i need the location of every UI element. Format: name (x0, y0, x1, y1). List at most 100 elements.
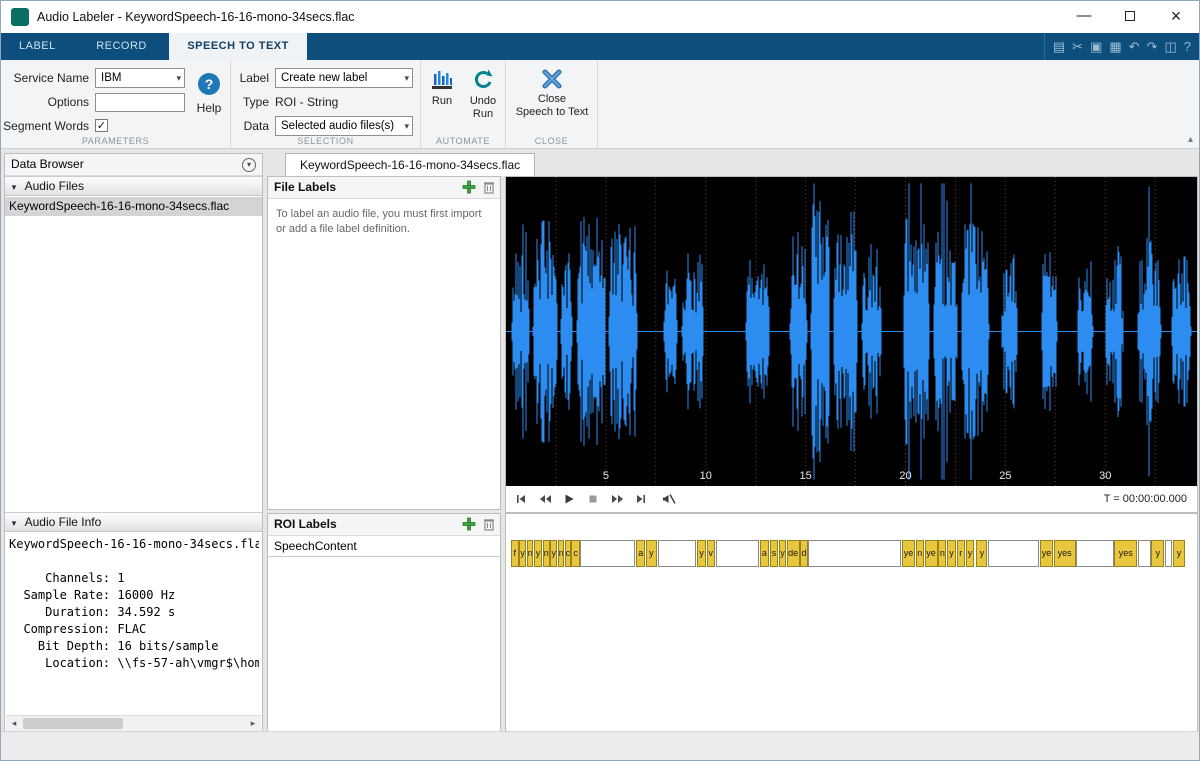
audio-files-section-header[interactable]: ▼ Audio Files (5, 176, 262, 196)
roi-word-segment[interactable]: n (916, 540, 924, 567)
data-dropdown[interactable]: Selected audio files(s) ▾ (275, 116, 413, 136)
data-browser-title: Data Browser (11, 157, 84, 171)
playback-controls: T = 00:00:00.000 (506, 486, 1197, 512)
roi-word-segment[interactable]: y (966, 540, 975, 567)
options-input[interactable] (95, 93, 185, 112)
roi-word-segment[interactable]: y (534, 540, 542, 567)
roi-word-segment[interactable] (988, 540, 1039, 567)
play-button[interactable] (560, 490, 578, 508)
svg-text:25: 25 (999, 470, 1011, 482)
roi-word-track[interactable]: fynynynccayyvasydedyenyenyryyyeyesyesyy (510, 540, 1193, 567)
roi-labels-title: ROI Labels (274, 517, 337, 531)
add-roi-label-icon[interactable] (462, 517, 476, 531)
undo-run-button[interactable]: UndoRun (463, 68, 503, 121)
mute-icon[interactable] (660, 490, 678, 508)
help-button-label[interactable]: Help (191, 98, 227, 118)
panel-menu-icon[interactable]: ▾ (242, 158, 256, 172)
delete-label-icon[interactable] (482, 180, 496, 194)
audio-file-info-section-header[interactable]: ▼ Audio File Info (5, 512, 262, 532)
roi-word-segment[interactable] (1138, 540, 1151, 567)
tab-speech-to-text[interactable]: SPEECH TO TEXT (169, 33, 307, 60)
minimize-button[interactable]: — (1061, 1, 1107, 33)
help-icon[interactable]: ? (1184, 33, 1191, 60)
skip-to-start-button[interactable] (512, 490, 530, 508)
stop-button[interactable] (584, 490, 602, 508)
roi-word-segment[interactable]: y (519, 540, 526, 567)
roi-word-segment[interactable] (580, 540, 635, 567)
roi-word-segment[interactable]: d (800, 540, 808, 567)
quick-access-toolbar: ▤ ✂ ▣ ▦ ↶ ↷◫? (1044, 33, 1191, 60)
tab-record[interactable]: RECORD (78, 33, 165, 60)
roi-word-segment[interactable]: c (565, 540, 571, 567)
audio-file-info-text: KeywordSpeech-16-16-mono-34secs.flac Cha… (9, 536, 259, 672)
roi-word-segment[interactable] (1165, 540, 1172, 567)
roi-word-segment[interactable]: ye (1040, 540, 1053, 567)
roi-word-segment[interactable]: yes (1054, 540, 1076, 567)
label-dropdown[interactable]: Create new label ▾ (275, 68, 413, 88)
rewind-button[interactable] (536, 490, 554, 508)
roi-word-segment[interactable]: n (527, 540, 533, 567)
waveform-panel: 51015202530 (505, 176, 1198, 513)
roi-word-segment[interactable] (716, 540, 760, 567)
roi-word-segment[interactable]: a (760, 540, 769, 567)
roi-word-segment[interactable]: ye (925, 540, 938, 567)
collapse-toolstrip-icon[interactable]: ▴ (1188, 134, 1193, 145)
cut-icon[interactable]: ✂ (1072, 33, 1083, 60)
roi-word-segment[interactable]: v (707, 540, 715, 567)
roi-word-segment[interactable]: y (697, 540, 706, 567)
roi-word-segment[interactable]: y (779, 540, 786, 567)
collapse-section-icon: ▼ (10, 183, 18, 192)
fast-forward-button[interactable] (608, 490, 626, 508)
roi-word-segment[interactable]: n (543, 540, 550, 567)
service-name-dropdown[interactable]: IBM ▾ (95, 68, 185, 88)
close-button[interactable]: × (1153, 1, 1199, 33)
skip-to-end-button[interactable] (632, 490, 650, 508)
app-window: Audio Labeler - KeywordSpeech-16-16-mono… (0, 0, 1200, 761)
roi-word-segment[interactable]: n (938, 540, 946, 567)
roi-word-segment[interactable] (1076, 540, 1114, 567)
roi-labels-header: ROI Labels (268, 514, 500, 536)
roi-word-segment[interactable]: y (1151, 540, 1164, 567)
roi-word-segment[interactable] (808, 540, 901, 567)
segment-words-checkbox[interactable] (95, 119, 108, 132)
roi-word-segment[interactable]: s (770, 540, 779, 567)
maximize-button[interactable] (1107, 1, 1153, 33)
add-label-icon[interactable] (462, 180, 476, 194)
delete-roi-label-icon[interactable] (482, 517, 496, 531)
tab-label[interactable]: LABEL (1, 33, 74, 60)
roi-word-segment[interactable] (658, 540, 697, 567)
roi-word-segment[interactable]: ye (902, 540, 915, 567)
close-speech-to-text-button[interactable]: CloseSpeech to Text (508, 68, 596, 119)
chevron-down-icon: ▾ (404, 69, 409, 87)
roi-word-segment[interactable]: y (646, 540, 657, 567)
roi-word-segment[interactable]: de (787, 540, 800, 567)
redo-icon[interactable]: ↷ (1147, 33, 1158, 60)
roi-word-segment[interactable]: f (511, 540, 519, 567)
roi-word-segment[interactable]: c (571, 540, 579, 567)
document-tab[interactable]: KeywordSpeech-16-16-mono-34secs.flac (285, 153, 535, 176)
paste-icon[interactable]: ▦ (1109, 33, 1121, 60)
layout-icon[interactable]: ◫ (1164, 33, 1176, 60)
svg-text:10: 10 (700, 470, 712, 482)
save-icon[interactable]: ▤ (1053, 33, 1065, 60)
copy-icon[interactable]: ▣ (1090, 33, 1102, 60)
roi-word-segment[interactable]: y (947, 540, 956, 567)
scroll-right-icon[interactable]: ▸ (245, 716, 261, 731)
roi-word-segment[interactable]: y (550, 540, 557, 567)
undo-icon[interactable]: ↶ (1129, 33, 1140, 60)
horizontal-scrollbar[interactable]: ◂ ▸ (6, 715, 261, 731)
help-icon[interactable]: ? (198, 73, 220, 95)
roi-word-segment[interactable]: a (636, 540, 645, 567)
scrollbar-thumb[interactable] (23, 718, 123, 729)
run-button[interactable]: Run (423, 68, 461, 108)
roi-label-list-item[interactable]: SpeechContent (268, 536, 500, 557)
roi-word-segment[interactable]: yes (1114, 540, 1137, 567)
audio-file-list-item[interactable]: KeywordSpeech-16-16-mono-34secs.flac (5, 197, 262, 216)
waveform-plot[interactable]: 51015202530 (506, 177, 1197, 486)
roi-word-segment[interactable]: n (558, 540, 564, 567)
roi-word-segment[interactable]: r (957, 540, 965, 567)
roi-word-segment[interactable]: y (1173, 540, 1186, 567)
roi-word-segment[interactable]: y (976, 540, 987, 567)
scroll-left-icon[interactable]: ◂ (6, 716, 22, 731)
ribbon-tab-bar: LABEL RECORD SPEECH TO TEXT ▤ ✂ ▣ ▦ ↶ ↷◫? (1, 33, 1199, 60)
